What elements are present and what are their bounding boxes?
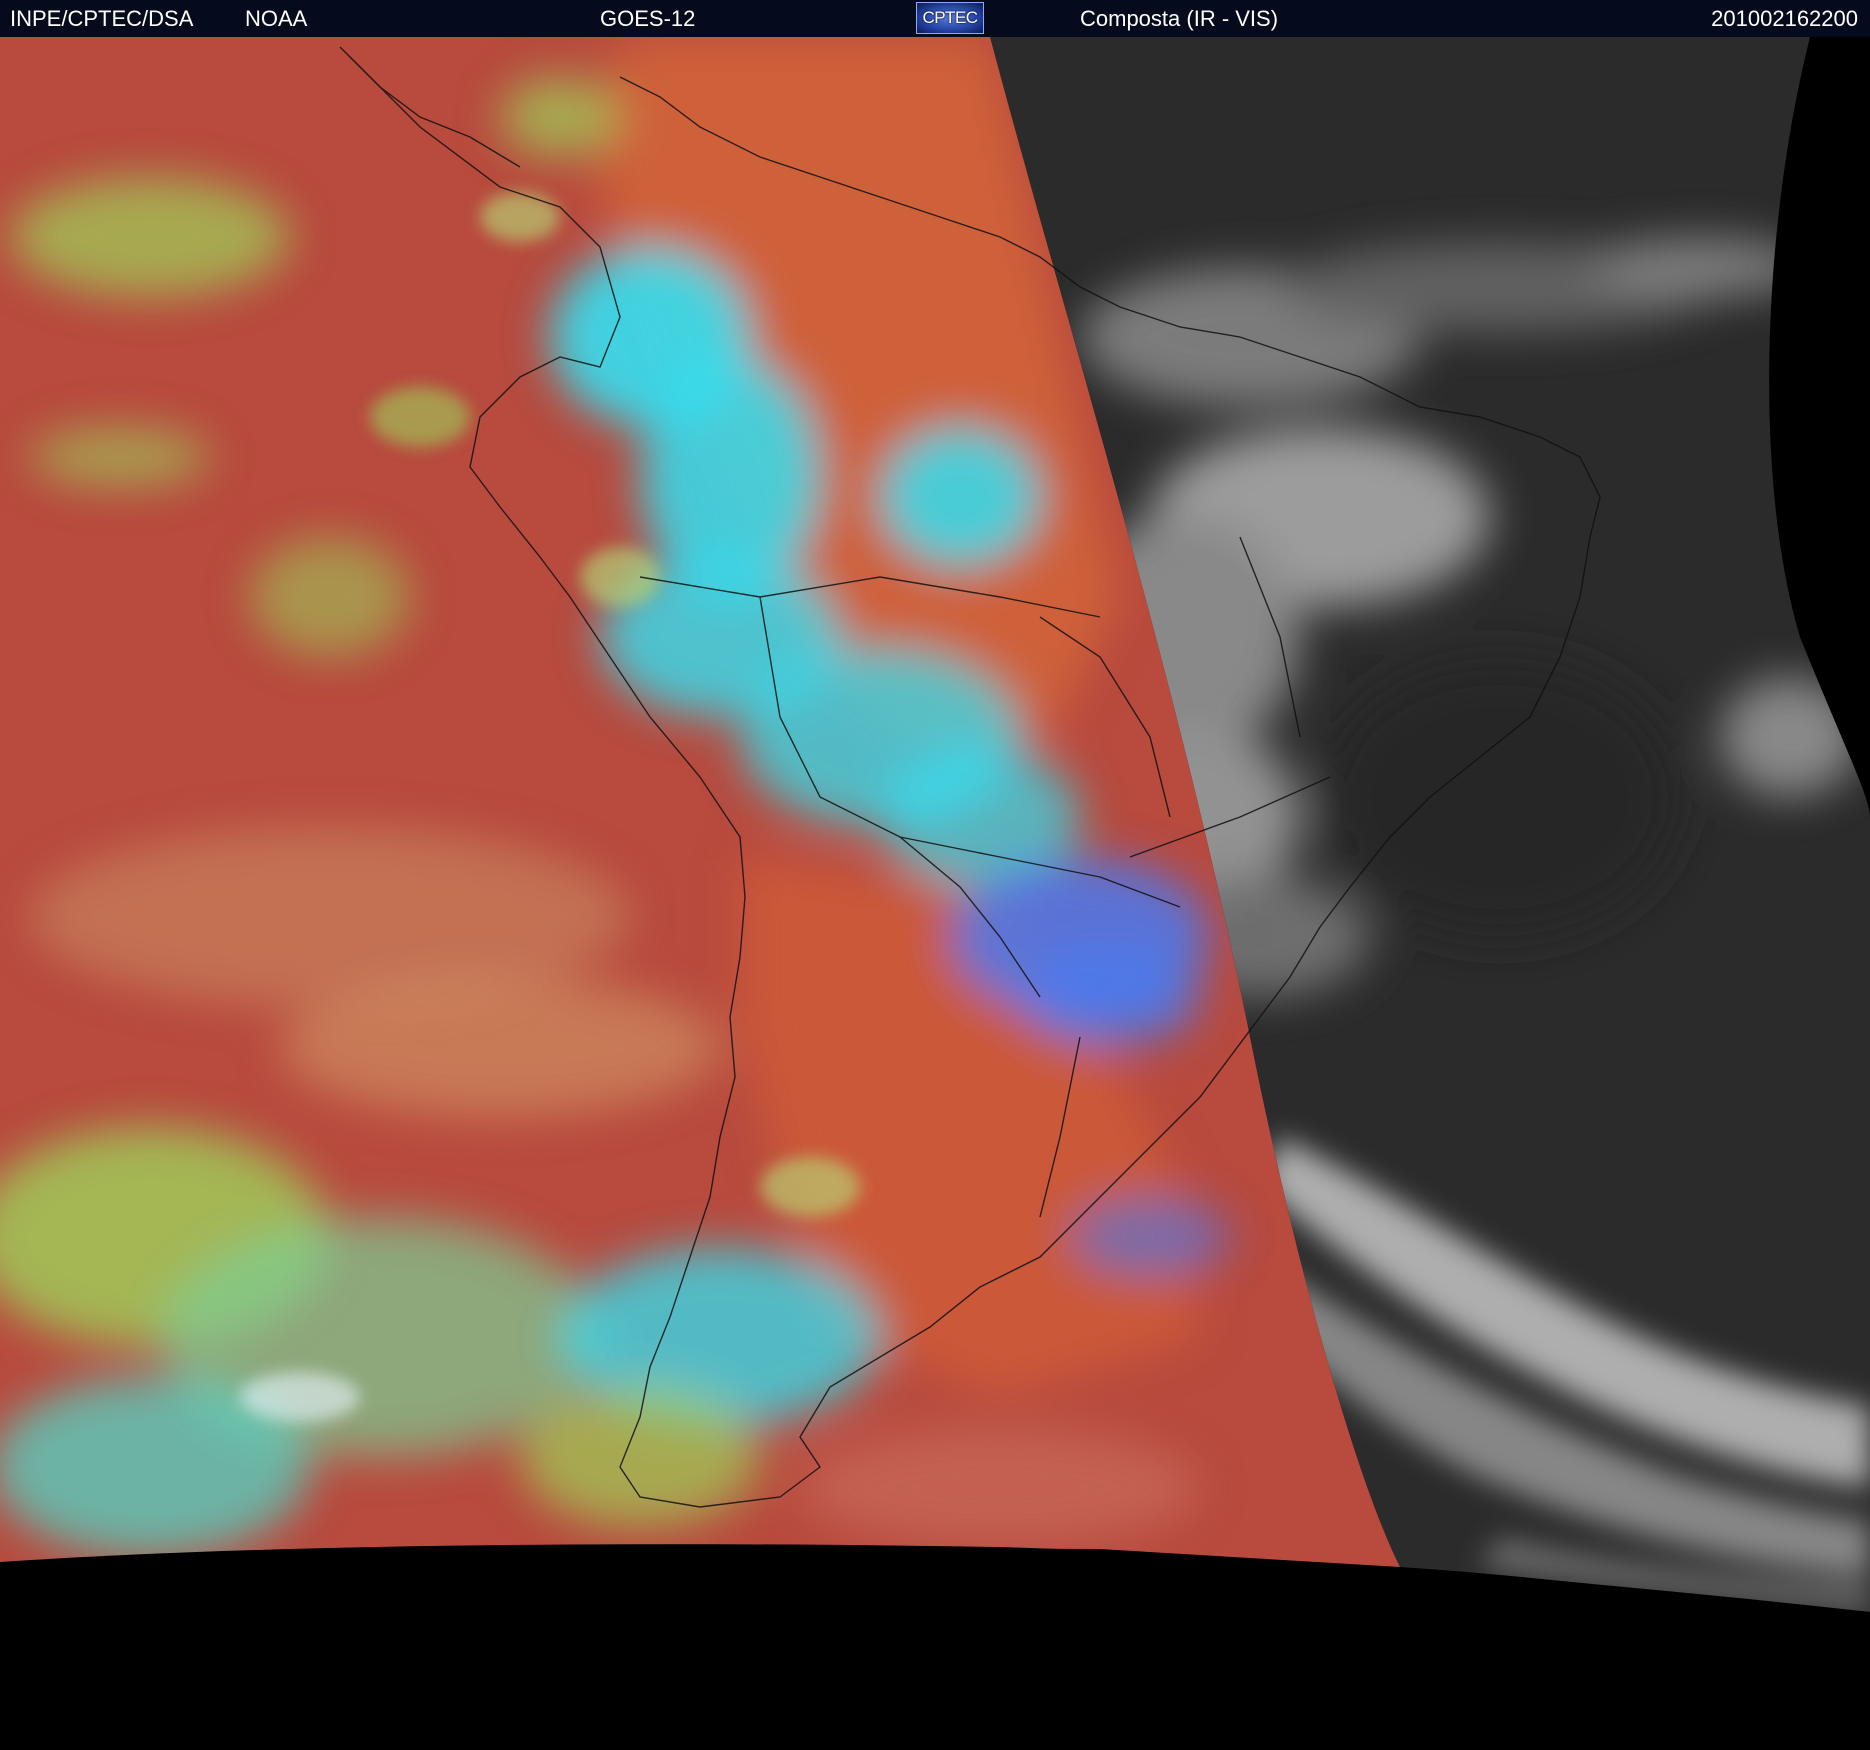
organization-label: INPE/CPTEC/DSA — [10, 6, 194, 31]
cptec-logo: CPTEC — [916, 2, 984, 34]
satellite-image — [0, 37, 1870, 1750]
header-bar: INPE/CPTEC/DSA NOAA GOES-12 CPTEC Compos… — [0, 0, 1870, 37]
product-label: Composta (IR - VIS) — [1080, 6, 1279, 31]
satellite-label: GOES-12 — [600, 6, 696, 31]
agency-label: NOAA — [245, 6, 308, 31]
timestamp-label: 201002162200 — [1711, 6, 1858, 31]
